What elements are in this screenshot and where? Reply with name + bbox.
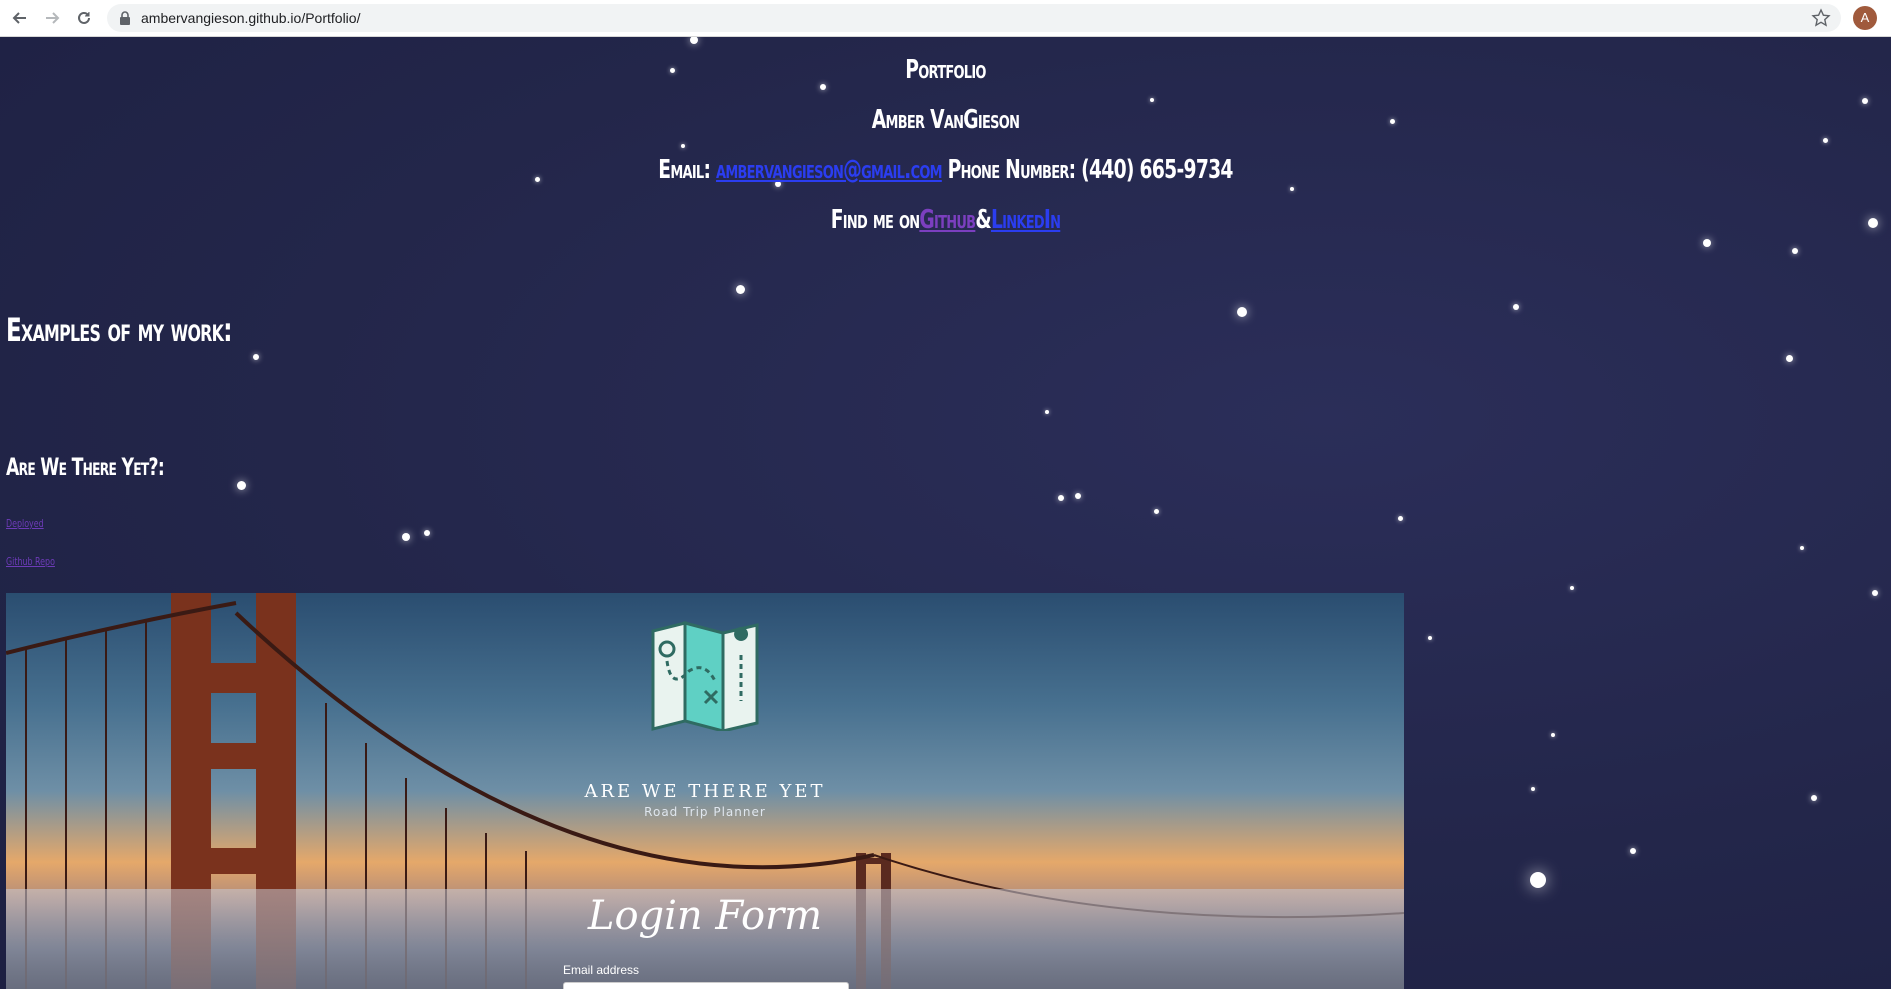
star-dot	[1703, 239, 1711, 247]
star-dot	[1792, 248, 1798, 254]
star-dot	[690, 37, 698, 44]
star-dot	[1237, 307, 1247, 317]
star-dot	[1786, 355, 1793, 362]
star-dot	[1811, 795, 1817, 801]
email-address-label: Email address	[563, 963, 640, 977]
github-link[interactable]: Github	[919, 205, 976, 235]
contact-line: Email: ambervangieson@gmail.com Phone Nu…	[265, 155, 1627, 185]
star-dot	[1868, 218, 1878, 228]
brand-subtitle: Road Trip Planner	[644, 805, 766, 819]
phone-text: Phone Number: (440) 665-9734	[947, 155, 1234, 185]
star-dot	[1398, 516, 1403, 521]
back-button[interactable]	[8, 6, 32, 30]
star-dot	[237, 481, 246, 490]
social-line: Find me onGithub&LinkedIn	[265, 205, 1627, 235]
linkedin-link[interactable]: LinkedIn	[991, 205, 1061, 235]
star-dot	[1862, 98, 1868, 104]
star-dot	[1872, 590, 1878, 596]
deployed-link[interactable]: Deployed	[6, 517, 44, 530]
star-dot	[1630, 848, 1636, 854]
brand-title: ARE WE THERE YET	[584, 781, 826, 802]
star-dot	[1045, 410, 1049, 414]
email-link[interactable]: ambervangieson@gmail.com	[716, 155, 943, 185]
project-screenshot[interactable]: ARE WE THERE YET Road Trip Planner Login…	[6, 593, 1404, 989]
lock-icon	[120, 11, 130, 25]
profile-avatar[interactable]: A	[1853, 6, 1877, 30]
star-dot	[1428, 636, 1432, 640]
examples-heading: Examples of my work:	[6, 311, 232, 349]
back-arrow-icon	[12, 12, 26, 24]
github-repo-link[interactable]: Github Repo	[6, 555, 55, 568]
reload-button[interactable]	[72, 6, 96, 30]
page-title: Portfolio	[905, 55, 986, 85]
portfolio-page: Portfolio Amber VanGieson Email: amberva…	[0, 37, 1891, 989]
star-dot	[1154, 509, 1159, 514]
star-dot	[1800, 546, 1804, 550]
star-dot	[1150, 98, 1154, 102]
author-name: Amber VanGieson	[871, 105, 1020, 135]
forward-button[interactable]	[40, 6, 64, 30]
address-bar[interactable]: ambervangieson.github.io/Portfolio/	[107, 4, 1841, 32]
folded-map-logo-icon	[651, 621, 759, 731]
ampersand-text: &	[975, 205, 991, 235]
star-dot	[1058, 495, 1064, 501]
forward-arrow-icon	[46, 12, 60, 24]
project-heading: Are We There Yet?:	[6, 453, 165, 481]
login-form-title: Login Form	[587, 893, 823, 939]
star-dot	[424, 530, 430, 536]
star-dot	[1823, 138, 1828, 143]
email-input[interactable]	[563, 982, 849, 989]
url-text: ambervangieson.github.io/Portfolio/	[141, 10, 361, 26]
star-dot	[1075, 493, 1081, 499]
reload-icon	[78, 11, 90, 24]
star-dot	[1530, 872, 1546, 888]
star-dot	[1290, 187, 1294, 191]
star-dot	[402, 533, 410, 541]
email-label: Email:	[658, 155, 711, 185]
star-dot	[1531, 787, 1535, 791]
star-dot	[1551, 733, 1555, 737]
star-dot	[681, 144, 685, 148]
bookmark-star-icon[interactable]	[1811, 8, 1831, 28]
star-dot	[253, 354, 259, 360]
star-dot	[1513, 304, 1519, 310]
star-dot	[1570, 586, 1574, 590]
star-dot	[736, 285, 745, 294]
find-me-text: Find me on	[830, 205, 920, 235]
browser-toolbar: ambervangieson.github.io/Portfolio/ A	[0, 0, 1891, 37]
